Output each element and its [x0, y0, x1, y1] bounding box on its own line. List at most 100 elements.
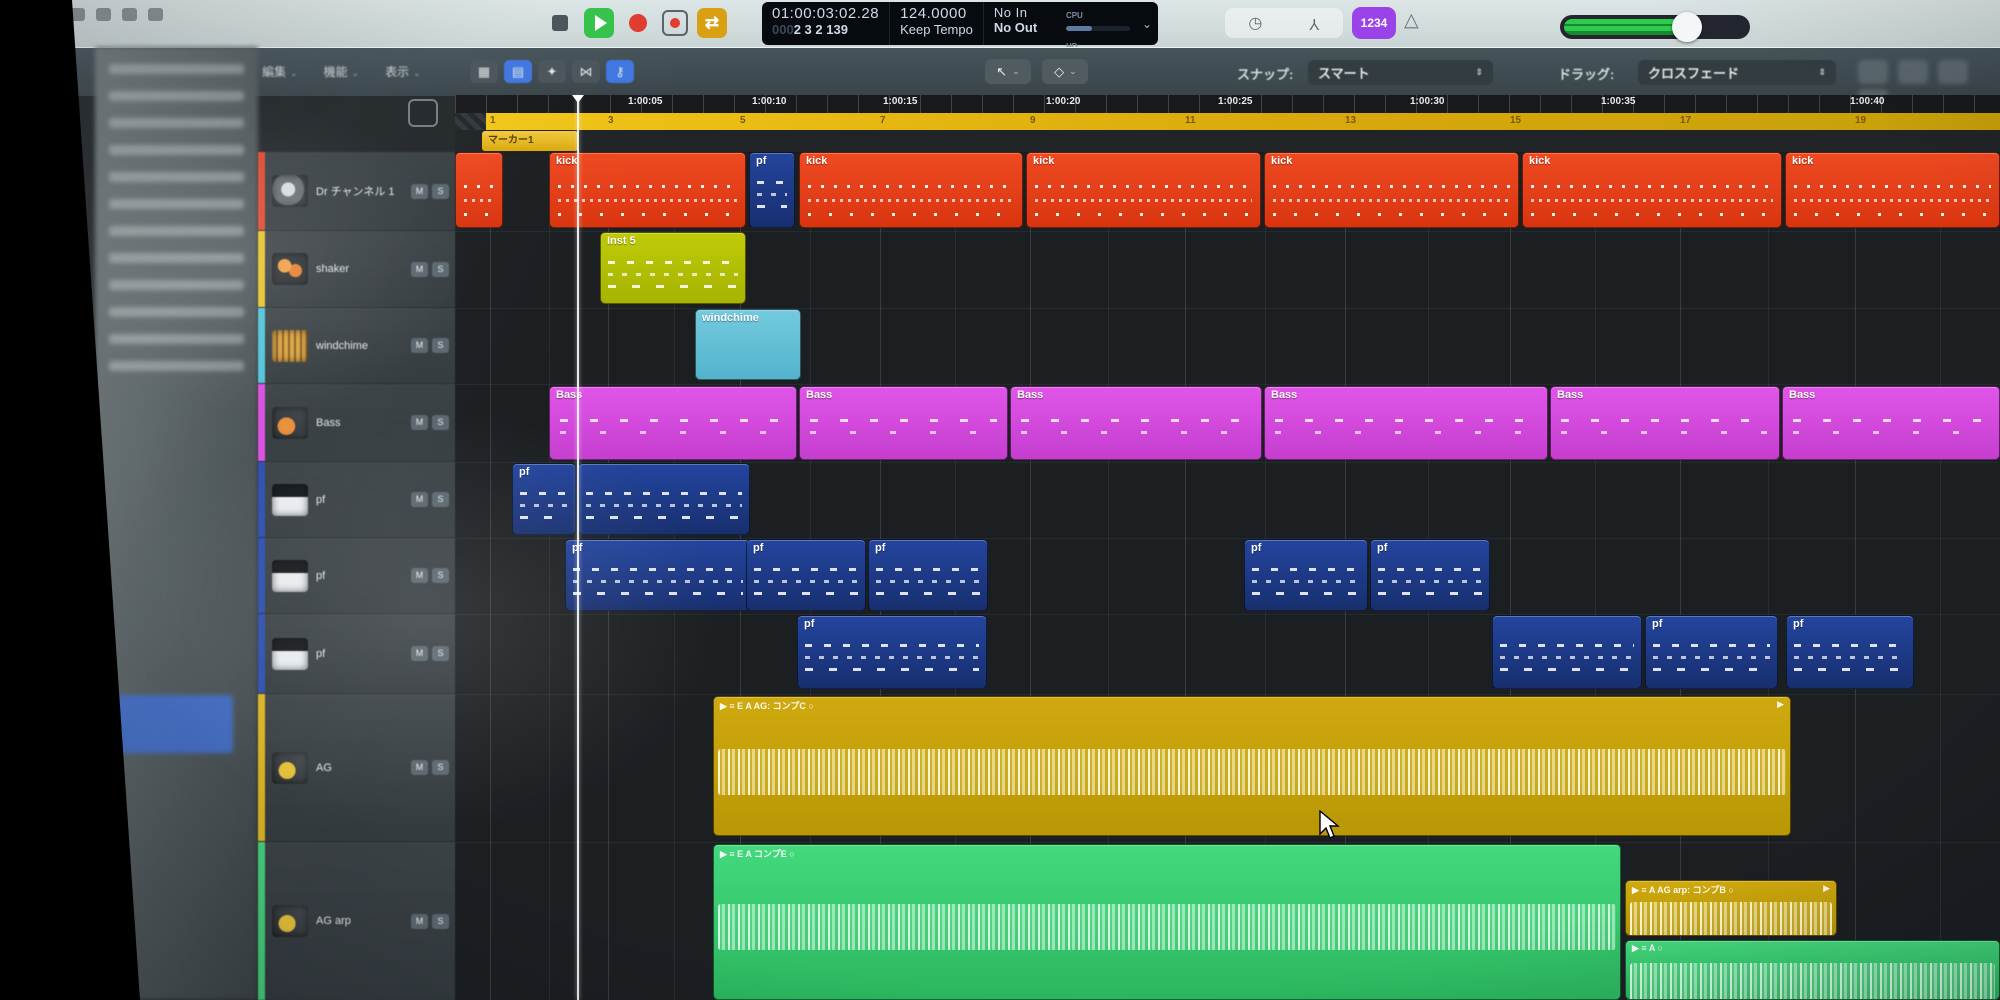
snap-dropdown[interactable]: スマート⇕ — [1308, 60, 1493, 85]
capture-record-button[interactable] — [662, 10, 688, 36]
track-header-Bass[interactable]: Bass MS — [258, 384, 455, 462]
volume-knob[interactable] — [1672, 12, 1702, 42]
global-tracks-toggle[interactable] — [408, 99, 438, 127]
loop-arrow-icon[interactable]: ▶ — [1823, 883, 1830, 894]
track-header-pf[interactable]: pf MS — [258, 538, 455, 614]
record-button[interactable] — [623, 8, 653, 38]
lcd-chevron-icon[interactable]: ⌄ — [1142, 17, 1152, 31]
track-name[interactable]: windchime — [316, 340, 407, 352]
stop-button[interactable] — [545, 8, 575, 38]
region-pf[interactable]: pf — [1645, 615, 1778, 689]
track-name[interactable]: Bass — [316, 417, 407, 429]
track-name[interactable]: AG — [316, 762, 407, 774]
view-icon-button[interactable]: ▦ — [470, 60, 498, 83]
lcd-time[interactable]: 01:00:03:02.28 0002 3 2 139 — [762, 2, 890, 45]
toolbar-icon[interactable] — [1858, 60, 1888, 84]
gauge-icon[interactable]: ◷ — [1248, 13, 1262, 33]
region-Bass[interactable]: Bass — [1550, 386, 1780, 460]
marker-lane[interactable] — [455, 130, 2000, 153]
selected-list-item[interactable] — [113, 695, 233, 753]
region-windchime[interactable]: windchime — [695, 309, 801, 380]
track-header-shaker[interactable]: shaker MS — [258, 231, 455, 308]
window-icon[interactable] — [96, 8, 111, 21]
view-icon-button[interactable]: ⚷ — [606, 60, 634, 83]
region-kick[interactable]: kick — [799, 152, 1023, 228]
track-name[interactable]: AG arp — [316, 915, 407, 927]
region-kick[interactable]: kick — [1026, 152, 1261, 228]
region-kick[interactable]: kick — [1264, 152, 1519, 228]
play-button[interactable] — [584, 8, 614, 38]
mute-button[interactable]: M — [411, 184, 428, 199]
menu-表示[interactable]: 表示⌄ — [385, 63, 421, 80]
region-AG arp: コンプB[interactable]: ▶ ≡ A AG arp: コンプB ○▶ — [1625, 880, 1837, 936]
region-pf[interactable]: pf — [1370, 539, 1490, 611]
lcd-tempo[interactable]: 124.0000 Keep Tempo — [890, 2, 984, 45]
mute-button[interactable]: M — [411, 338, 428, 353]
loop-arrow-icon[interactable]: ▶ — [1777, 699, 1784, 710]
solo-button[interactable]: S — [432, 338, 449, 353]
region-pf[interactable]: pf — [1244, 539, 1368, 611]
region-pf[interactable]: pf — [746, 539, 866, 611]
window-icon[interactable] — [122, 8, 137, 21]
mute-button[interactable]: M — [411, 262, 428, 277]
region-pf[interactable]: pf — [565, 539, 751, 611]
track-name[interactable]: shaker — [316, 263, 407, 275]
region-コンプE[interactable]: ▶ ≡ E A コンプE ○ — [713, 844, 1621, 1000]
region-AG: コンプC[interactable]: ▶ ≡ E A AG: コンプC ○▶ — [713, 696, 1791, 836]
mute-button[interactable]: M — [411, 914, 428, 929]
track-header-Dr チャンネル 1[interactable]: Dr チャンネル 1 MS — [258, 152, 455, 231]
menu-編集[interactable]: 編集⌄ — [262, 63, 298, 80]
region-Bass[interactable]: Bass — [1264, 386, 1548, 460]
region-Bass[interactable]: Bass — [1782, 386, 2000, 460]
region-navy[interactable] — [1492, 615, 1642, 689]
view-icon-button[interactable]: ⋈ — [572, 60, 600, 83]
tuning-fork-icon[interactable]: Y — [1309, 14, 1320, 32]
region-pf[interactable]: pf — [512, 463, 576, 535]
lcd-io[interactable]: No In No Out — [984, 2, 1047, 45]
count-in-button[interactable]: 1234 — [1352, 7, 1396, 39]
track-name[interactable]: Dr チャンネル 1 — [316, 183, 407, 199]
solo-button[interactable]: S — [432, 184, 449, 199]
mute-button[interactable]: M — [411, 415, 428, 430]
track-header-AG[interactable]: AG MS — [258, 694, 455, 842]
region-Bass[interactable]: Bass — [549, 386, 797, 460]
drag-dropdown[interactable]: クロスフェード⇕ — [1638, 60, 1836, 85]
region-pf[interactable]: pf — [797, 615, 987, 689]
region-green[interactable]: ▶ ≡ A ○ — [1625, 940, 2000, 1000]
bar-ruler-cycle-strip[interactable] — [486, 113, 2000, 130]
solo-button[interactable]: S — [432, 415, 449, 430]
lcd-display[interactable]: 01:00:03:02.28 0002 3 2 139 124.0000 Kee… — [762, 2, 1158, 45]
solo-button[interactable]: S — [432, 568, 449, 583]
window-controls[interactable] — [70, 8, 174, 26]
mute-button[interactable]: M — [411, 568, 428, 583]
playhead[interactable] — [577, 95, 579, 1000]
toolbar-icon[interactable] — [1938, 60, 1968, 84]
region-kick[interactable]: kick — [1785, 152, 2000, 228]
window-icon[interactable] — [148, 8, 163, 21]
solo-button[interactable]: S — [432, 646, 449, 661]
menu-機能[interactable]: 機能⌄ — [324, 63, 360, 80]
region-Bass[interactable]: Bass — [799, 386, 1008, 460]
mute-button[interactable]: M — [411, 646, 428, 661]
region-pf[interactable]: pf — [1786, 615, 1914, 689]
region-Bass[interactable]: Bass — [1010, 386, 1262, 460]
mute-button[interactable]: M — [411, 760, 428, 775]
marker-region[interactable]: マーカー1 — [482, 131, 578, 151]
region-pf[interactable]: pf — [749, 152, 795, 228]
solo-button[interactable]: S — [432, 262, 449, 277]
region-pf[interactable]: pf — [868, 539, 988, 611]
toolbar-icon[interactable] — [1898, 60, 1928, 84]
region-kick[interactable]: kick — [1522, 152, 1782, 228]
solo-button[interactable]: S — [432, 760, 449, 775]
metronome-icon[interactable]: △ — [1404, 9, 1419, 32]
track-header-pf[interactable]: pfMS — [258, 462, 455, 538]
region-Inst 5[interactable]: Inst 5 — [600, 232, 746, 304]
track-header-pf[interactable]: pf MS — [258, 614, 455, 694]
region-red[interactable] — [455, 152, 503, 228]
track-name[interactable]: pf — [316, 570, 407, 582]
track-name[interactable]: pf — [316, 648, 407, 660]
view-icon-button[interactable]: ▤ — [504, 60, 532, 83]
track-header-AG arp[interactable]: AG arpMS — [258, 842, 455, 1000]
pointer-tool-selector[interactable]: ↖⌄ — [985, 59, 1031, 84]
track-header-windchime[interactable]: windchime MS — [258, 308, 455, 384]
